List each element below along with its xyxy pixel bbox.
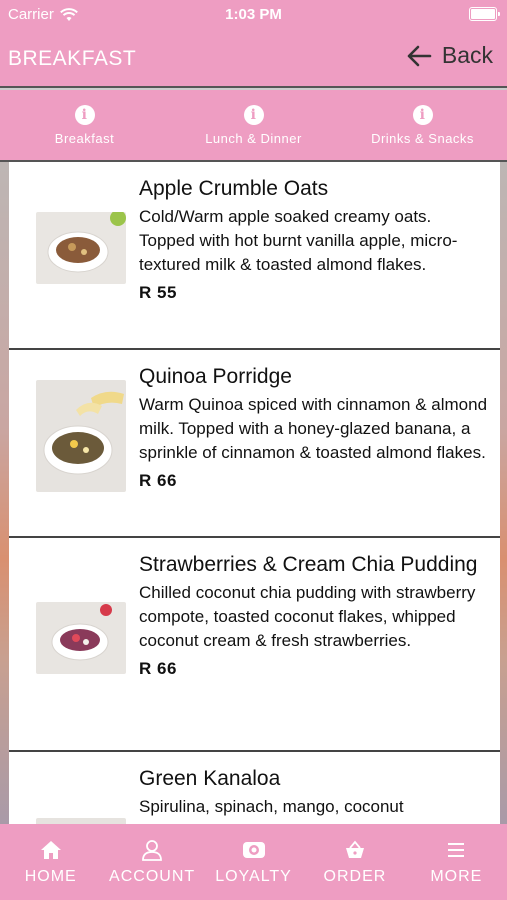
tab-lunch-dinner[interactable]: i Lunch & Dinner [169, 90, 338, 160]
tab-drinks-snacks[interactable]: i Drinks & Snacks [338, 90, 507, 160]
basket-icon [345, 840, 364, 858]
menu-item-title: Quinoa Porridge [139, 365, 292, 388]
menu-item-title: Strawberries & Cream Chia Pudding [139, 553, 478, 576]
battery-icon [469, 7, 500, 21]
menu-list[interactable]: Apple Crumble Oats Cold/Warm apple soake… [0, 162, 507, 824]
menu-item-title: Green Kanaloa [139, 767, 281, 790]
menu-item-card[interactable]: Strawberries & Cream Chia Pudding Chille… [9, 538, 500, 752]
nav-loyalty[interactable]: LOYALTY [203, 824, 304, 900]
info-icon: i [74, 104, 95, 125]
tab-label: Lunch & Dinner [205, 130, 302, 146]
menu-item-description: Warm Quinoa spiced with cinnamon & almon… [139, 395, 488, 462]
food-image [36, 602, 126, 674]
menu-item-price: R 66 [139, 659, 177, 678]
category-tabs: i Breakfast i Lunch & Dinner i Drinks & … [0, 90, 507, 162]
info-icon: i [243, 104, 264, 125]
food-image [36, 380, 126, 492]
back-button[interactable]: Back [406, 42, 493, 69]
menu-item-text: Quinoa Porridge Warm Quinoa spiced with … [139, 364, 488, 491]
menu-item-text: Green Kanaloa Spirulina, spinach, mango,… [139, 766, 488, 819]
nav-label: MORE [430, 868, 483, 885]
bottom-nav: HOME ACCOUNT LOYALTY ORDER MORE [0, 824, 507, 900]
tab-breakfast[interactable]: i Breakfast [0, 90, 169, 160]
tab-label: Drinks & Snacks [371, 130, 474, 146]
nav-label: LOYALTY [215, 868, 292, 885]
menu-item-title: Apple Crumble Oats [139, 177, 329, 200]
menu-item-description: Cold/Warm apple soaked creamy oats. Topp… [139, 207, 458, 274]
nav-label: ACCOUNT [109, 868, 196, 885]
home-icon [40, 841, 61, 859]
clock: 1:03 PM [225, 6, 282, 23]
user-icon [142, 840, 163, 861]
nav-more[interactable]: MORE [406, 824, 507, 900]
nav-account[interactable]: ACCOUNT [101, 824, 202, 900]
tab-label: Breakfast [54, 130, 115, 146]
menu-item-price: R 55 [139, 283, 177, 302]
nav-home[interactable]: HOME [0, 824, 101, 900]
nav-label: ORDER [323, 868, 387, 885]
page-title: BREAKFAST [8, 47, 137, 70]
menu-item-text: Strawberries & Cream Chia Pudding Chille… [139, 552, 488, 679]
nav-label: HOME [24, 868, 77, 885]
nav-header: BREAKFAST Back [0, 30, 507, 88]
nav-order[interactable]: ORDER [304, 824, 405, 900]
menu-icon [448, 843, 465, 857]
menu-item-card[interactable]: Quinoa Porridge Warm Quinoa spiced with … [9, 350, 500, 538]
menu-item-card[interactable]: Green Kanaloa Spirulina, spinach, mango,… [9, 752, 500, 824]
menu-item-description: Spirulina, spinach, mango, coconut [139, 797, 404, 816]
menu-item-text: Apple Crumble Oats Cold/Warm apple soake… [139, 176, 488, 303]
menu-item-card[interactable]: Apple Crumble Oats Cold/Warm apple soake… [9, 162, 500, 350]
food-image [36, 212, 126, 284]
menu-item-description: Chilled coconut chia pudding with strawb… [139, 583, 476, 650]
menu-item-price: R 66 [139, 471, 177, 490]
back-button-label: Back [441, 42, 493, 68]
status-bar: Carrier 1:03 PM [0, 0, 507, 30]
arrow-left-icon [407, 45, 432, 66]
loyalty-icon [242, 842, 265, 858]
info-icon: i [412, 104, 433, 125]
